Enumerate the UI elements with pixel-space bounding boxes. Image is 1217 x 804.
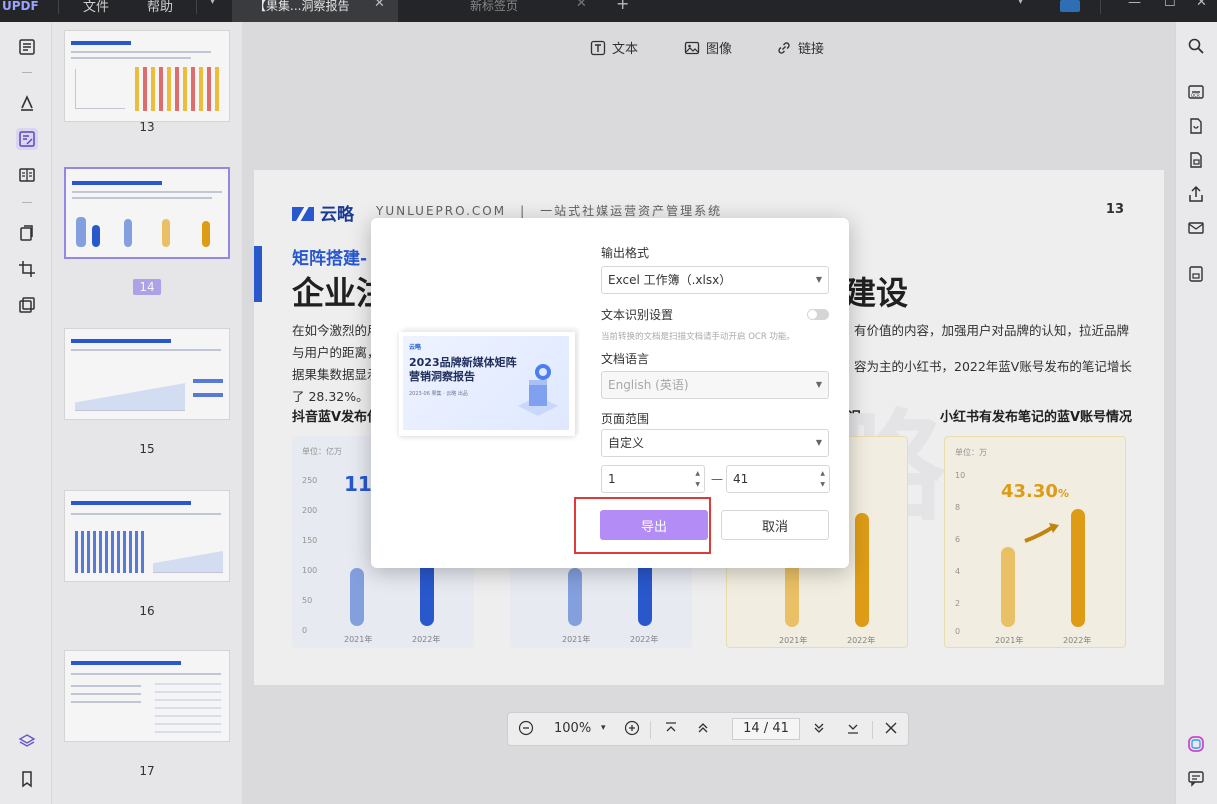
doc-language-label: 文档语言 bbox=[601, 352, 650, 366]
minimize-icon[interactable]: — bbox=[1128, 0, 1141, 10]
highlight-box bbox=[574, 497, 711, 554]
ocr-hint: 当前转换的文档是扫描文档请手动开启 OCR 功能。 bbox=[601, 332, 795, 342]
tab-document[interactable]: 【果集...洞察报告 ✕ bbox=[232, 0, 398, 22]
range-separator: — bbox=[711, 472, 723, 486]
page-range-select[interactable]: 自定义 ▼ bbox=[601, 429, 829, 457]
chevron-down-icon: ▼ bbox=[815, 380, 822, 389]
output-format-select[interactable]: Excel 工作簿（.xlsx） ▼ bbox=[601, 266, 829, 294]
divider bbox=[1100, 0, 1101, 14]
chevron-down-icon[interactable]: ▾ bbox=[1018, 0, 1023, 7]
preview-date: 2023-06 果集 · 云略 出品 bbox=[409, 391, 468, 397]
output-format-label: 输出格式 bbox=[601, 246, 650, 260]
chevron-down-icon: ▼ bbox=[815, 275, 822, 284]
close-tab-icon[interactable]: ✕ bbox=[576, 0, 587, 11]
user-avatar[interactable] bbox=[1060, 0, 1080, 12]
title-bar: UPDF 文件 帮助 ▾ 【果集...洞察报告 ✕ 新标签页 ✕ + ▾ — ☐… bbox=[0, 0, 1217, 22]
tab-list-chevron-icon[interactable]: ▾ bbox=[210, 0, 215, 7]
doc-language-value: English (英语) bbox=[608, 378, 689, 392]
chevron-down-icon: ▼ bbox=[815, 438, 822, 447]
divider bbox=[58, 0, 59, 14]
stepper-icon[interactable]: ▲ ▼ bbox=[695, 468, 700, 490]
tab-label: 【果集...洞察报告 bbox=[254, 0, 350, 13]
ocr-settings-label: 文本识别设置 bbox=[601, 308, 674, 322]
maximize-icon[interactable]: ☐ bbox=[1164, 0, 1176, 10]
preview-illustration bbox=[518, 364, 558, 416]
tab-new[interactable]: 新标签页 ✕ bbox=[400, 0, 600, 22]
doc-language-select[interactable]: English (英语) ▼ bbox=[601, 371, 829, 399]
output-format-value: Excel 工作簿（.xlsx） bbox=[608, 273, 732, 287]
document-preview: 云略 2023品牌新媒体矩阵营销洞察报告 2023-06 果集 · 云略 出品 bbox=[399, 332, 575, 436]
preview-brand: 云略 bbox=[409, 344, 422, 351]
page-range-label: 页面范围 bbox=[601, 412, 650, 426]
range-from-value: 1 bbox=[608, 472, 616, 486]
preview-title: 2023品牌新媒体矩阵营销洞察报告 bbox=[409, 356, 517, 383]
close-tab-icon[interactable]: ✕ bbox=[374, 0, 385, 11]
stepper-icon[interactable]: ▲ ▼ bbox=[820, 468, 825, 490]
preview-cover: 云略 2023品牌新媒体矩阵营销洞察报告 2023-06 果集 · 云略 出品 bbox=[403, 336, 569, 430]
range-to-value: 41 bbox=[733, 472, 749, 486]
plus-icon[interactable]: + bbox=[616, 0, 629, 13]
ocr-toggle[interactable] bbox=[807, 309, 829, 320]
app-logo: UPDF bbox=[2, 0, 39, 13]
tab-label: 新标签页 bbox=[470, 0, 519, 13]
divider bbox=[196, 0, 197, 14]
close-window-icon[interactable]: ✕ bbox=[1196, 0, 1207, 10]
menu-help[interactable]: 帮助 bbox=[147, 0, 173, 15]
range-from-input[interactable]: 1 ▲ ▼ bbox=[601, 465, 705, 493]
cancel-button[interactable]: 取消 bbox=[721, 510, 829, 540]
menu-file[interactable]: 文件 bbox=[83, 0, 109, 15]
range-to-input[interactable]: 41 ▲ ▼ bbox=[726, 465, 830, 493]
page-range-value: 自定义 bbox=[608, 436, 645, 450]
